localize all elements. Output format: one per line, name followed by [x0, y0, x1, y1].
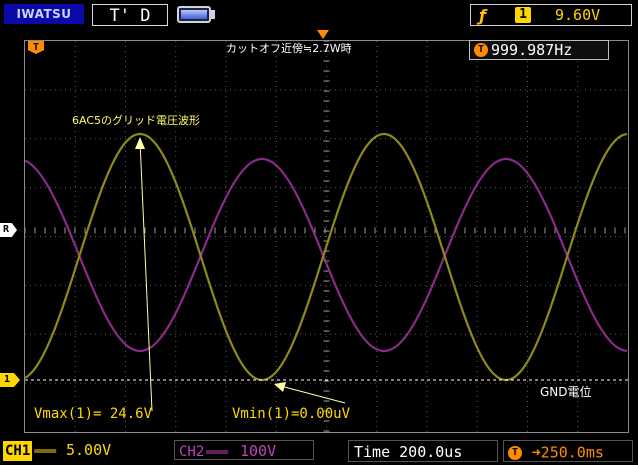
- ch2-scale: 100V: [239, 442, 277, 460]
- dc-coupling-icon: ═══: [206, 445, 228, 459]
- annotation-gnd: GND電位: [540, 385, 592, 399]
- vmin-measurement: Vmin(1)=0.00uV: [232, 406, 351, 422]
- vmax-pointer: [139, 140, 153, 412]
- status-bar: IWATSU T' D ƒ 1 9.60V: [0, 0, 638, 30]
- trigger-position-arrow-icon: [317, 30, 329, 39]
- trigger-level: 9.60V: [555, 6, 601, 24]
- ch2-label: CH2: [179, 444, 205, 460]
- frequency-readout: T 999.987Hz: [469, 40, 609, 60]
- frequency-marker-icon: T: [474, 43, 488, 57]
- brand-logo: IWATSU: [4, 4, 84, 24]
- ch2-settings[interactable]: CH2 ═══ 100V: [174, 440, 314, 460]
- frequency-value: 999.987Hz: [491, 41, 573, 59]
- rising-edge-icon: ƒ: [479, 6, 486, 25]
- trigger-settings[interactable]: ƒ 1 9.60V: [470, 4, 632, 26]
- vmax-arrowhead-icon: [135, 137, 145, 149]
- annotation-cutoff: カットオフ近傍≒2.7W時: [226, 42, 352, 55]
- ch1-scale: 5.00V: [65, 441, 112, 459]
- dc-coupling-icon: ═══: [34, 444, 56, 458]
- timebase[interactable]: Time 200.0us: [348, 440, 498, 462]
- bottom-bar: CH1 ═══ 5.00V CH2 ═══ 100V Time 200.0us T ➜2…: [0, 437, 638, 465]
- annotation-waveform: 6AC5のグリッド電圧波形: [72, 114, 201, 127]
- ch1-ground-marker[interactable]: 1: [0, 373, 20, 387]
- waveform-screen[interactable]: [24, 40, 629, 433]
- trigger-state: T' D: [92, 4, 168, 26]
- delay-marker-icon: T: [508, 445, 522, 460]
- ch1-label: CH1: [3, 441, 33, 461]
- delay-value: ➜250.0ms: [531, 443, 604, 462]
- graticule: [25, 41, 628, 432]
- trigger-delay[interactable]: T ➜250.0ms: [503, 440, 633, 462]
- trigger-source-badge: 1: [515, 7, 531, 23]
- reference-marker[interactable]: R: [0, 223, 17, 237]
- battery-icon: [177, 6, 211, 23]
- ch1-settings[interactable]: CH1 ═══ 5.00V: [3, 440, 112, 461]
- battery-nub: [211, 10, 215, 19]
- vmax-measurement: Vmax(1)= 24.6V: [34, 406, 153, 422]
- vmin-pointer: [276, 384, 346, 404]
